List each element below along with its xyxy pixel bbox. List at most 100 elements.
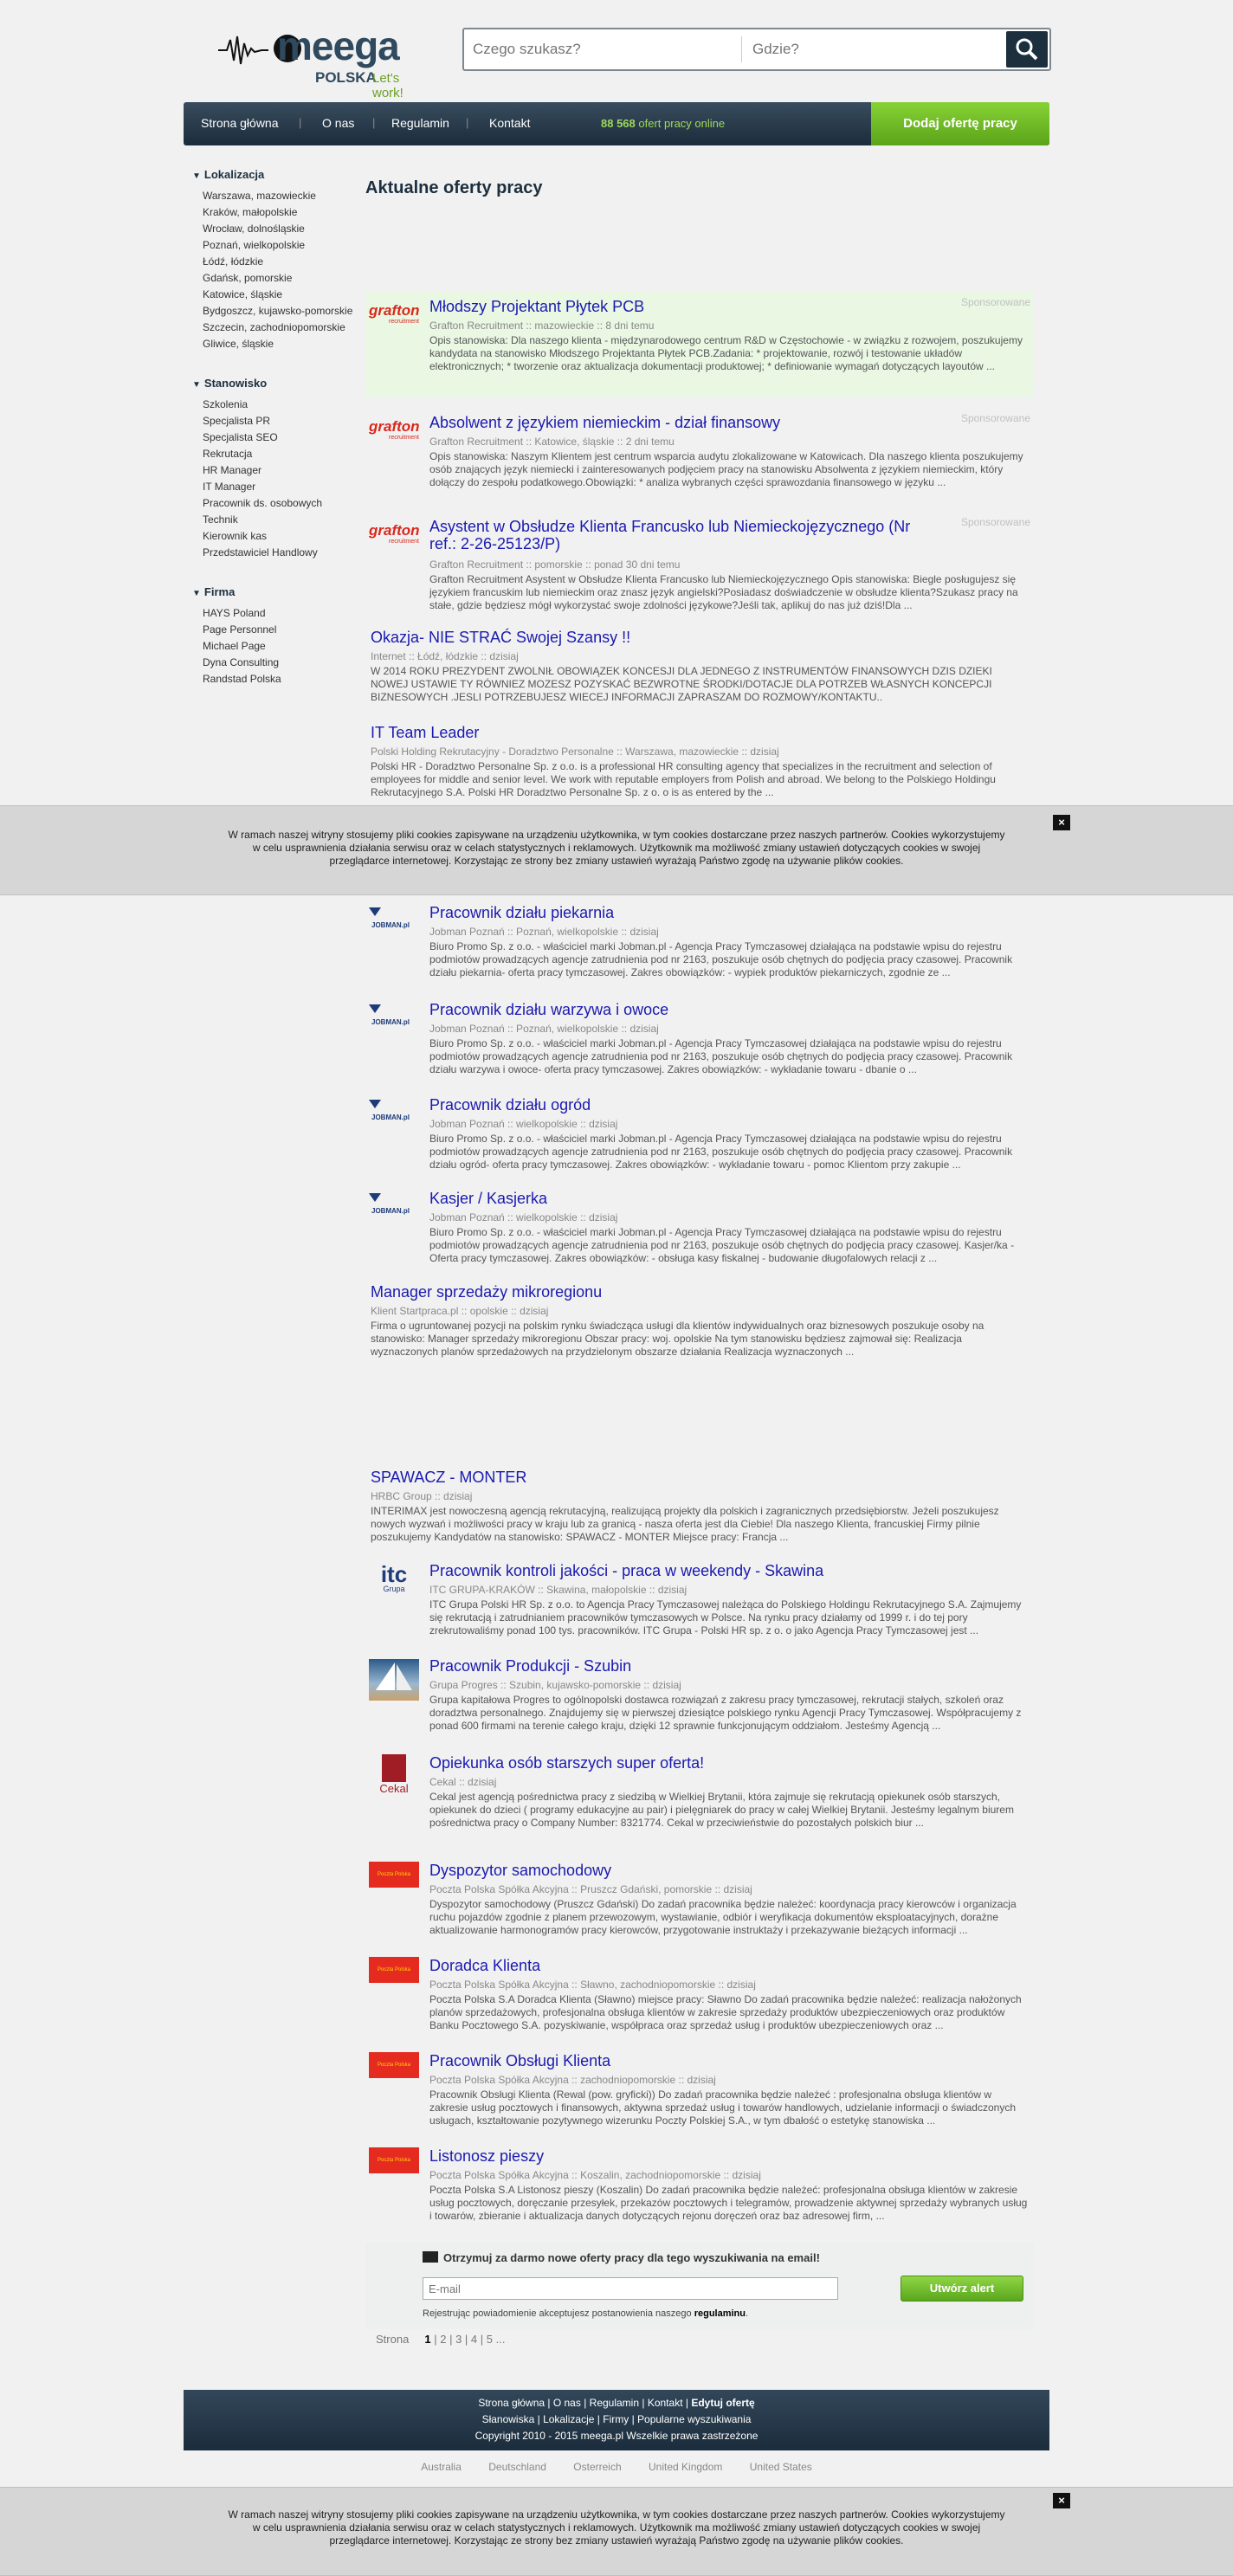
company-logo[interactable]: itc Grupa xyxy=(369,1563,419,1598)
position-item[interactable]: Przedstawiciel Handlowy xyxy=(203,545,365,561)
job-title-link[interactable]: Asystent w Obsłudze Klienta Francusko lu… xyxy=(429,518,939,552)
page-link[interactable]: 3 xyxy=(455,2333,462,2346)
footer-link[interactable]: O nas xyxy=(553,2397,581,2409)
company-logo[interactable]: Poczta Polska xyxy=(369,1862,419,1888)
alert-email-input[interactable] xyxy=(423,2277,838,2300)
job-title-link[interactable]: Manager sprzedaży mikroregionu xyxy=(371,1283,939,1301)
page-link[interactable]: 4 xyxy=(471,2333,477,2346)
company-logo[interactable]: grafton recruitment xyxy=(369,419,420,454)
location-item[interactable]: Gliwice, śląskie xyxy=(203,336,365,352)
job-title-link[interactable]: Okazja- NIE STRAĆ Swojej Szansy !! xyxy=(371,629,939,646)
job-title-link[interactable]: IT Team Leader xyxy=(371,724,939,741)
company-logo[interactable]: grafton recruitment xyxy=(369,523,420,558)
footer-link[interactable]: Kontakt xyxy=(648,2397,683,2409)
search-what-input[interactable] xyxy=(473,36,733,62)
location-item[interactable]: Kraków, małopolskie xyxy=(203,204,365,221)
job-title-link[interactable]: Listonosz pieszy xyxy=(429,2147,939,2165)
job-title-link[interactable]: SPAWACZ - MONTER xyxy=(371,1469,939,1486)
page-link-current[interactable]: 1 xyxy=(424,2333,430,2346)
footer-link[interactable]: Popularne wyszukiwania xyxy=(637,2413,751,2425)
company-item[interactable]: Page Personnel xyxy=(203,622,365,638)
sponsored-label: Sponsorowane xyxy=(960,412,1030,424)
company-logo[interactable]: Poczta Polska xyxy=(369,1957,419,1983)
company-logo[interactable]: JOBMAN.pl xyxy=(369,1191,419,1215)
job-title-link[interactable]: Pracownik działu warzywa i owoce xyxy=(429,1001,939,1018)
country-link[interactable]: Deutschland xyxy=(488,2461,546,2473)
location-item[interactable]: Łódź, łódzkie xyxy=(203,254,365,270)
job-title-link[interactable]: Absolwent z językiem niemieckim - dział … xyxy=(429,414,939,431)
job-title-link[interactable]: Pracownik działu ogród xyxy=(429,1096,939,1114)
nav-home[interactable]: Strona główna xyxy=(201,116,279,130)
company-logo[interactable]: grafton recruitment xyxy=(369,303,420,338)
job-title-link[interactable]: Młodszy Projektant Płytek PCB xyxy=(429,298,939,315)
filter-heading-company[interactable]: ▼ Firma xyxy=(192,585,365,598)
footer-link[interactable]: Słanowiska xyxy=(482,2413,535,2425)
footer-link[interactable]: Firmy xyxy=(603,2413,629,2425)
company-logo[interactable]: JOBMAN.pl xyxy=(369,1003,419,1026)
position-item[interactable]: Technik xyxy=(203,512,365,528)
job-title-link[interactable]: Pracownik Produkcji - Szubin xyxy=(429,1657,939,1675)
logo-tagline: Let's work! xyxy=(372,71,403,100)
terms-link[interactable]: regulaminu xyxy=(694,2308,746,2319)
search-button[interactable] xyxy=(1006,31,1048,68)
page-link[interactable]: 5 xyxy=(487,2333,493,2346)
location-item[interactable]: Poznań, wielkopolskie xyxy=(203,237,365,254)
footer-link[interactable]: Lokalizacje xyxy=(543,2413,594,2425)
close-icon[interactable]: × xyxy=(1053,2493,1070,2508)
job-meta: Jobman Poznań :: Poznań, wielkopolskie :… xyxy=(429,1023,659,1035)
location-list: Warszawa, mazowieckie Kraków, małopolski… xyxy=(203,188,365,352)
job-title-link[interactable]: Pracownik kontroli jakości - praca w wee… xyxy=(429,1562,939,1579)
location-item[interactable]: Bydgoszcz, kujawsko-pomorskie xyxy=(203,303,365,320)
location-item[interactable]: Warszawa, mazowieckie xyxy=(203,188,365,204)
job-meta: Grafton Recruitment :: mazowieckie :: 8 … xyxy=(429,320,655,332)
footer-link[interactable]: Strona główna xyxy=(478,2397,545,2409)
position-item[interactable]: Szkolenia xyxy=(203,397,365,413)
job-description: Biuro Promo Sp. z o.o. - właściciel mark… xyxy=(429,940,1013,978)
position-item[interactable]: Rekrutacja xyxy=(203,446,365,462)
country-link[interactable]: Australia xyxy=(421,2461,462,2473)
company-item[interactable]: HAYS Poland xyxy=(203,605,365,622)
site-logo[interactable]: meega POLSKA Let's work! xyxy=(218,21,403,100)
job-title-link[interactable]: Opiekunka osób starszych super oferta! xyxy=(429,1754,939,1772)
job-title-link[interactable]: Kasjer / Kasjerka xyxy=(429,1190,939,1207)
location-item[interactable]: Szczecin, zachodniopomorskie xyxy=(203,320,365,336)
company-logo[interactable]: Poczta Polska xyxy=(369,2052,419,2078)
company-logo[interactable]: JOBMAN.pl xyxy=(369,906,419,929)
position-item[interactable]: Specjalista SEO xyxy=(203,429,365,446)
filter-heading-position[interactable]: ▼ Stanowisko xyxy=(192,377,365,390)
company-item[interactable]: Randstad Polska xyxy=(203,671,365,688)
company-logo[interactable]: Poczta Polska xyxy=(369,2147,419,2173)
position-item[interactable]: IT Manager xyxy=(203,479,365,495)
job-meta: Jobman Poznań :: Poznań, wielkopolskie :… xyxy=(429,926,659,938)
job-title-link[interactable]: Pracownik Obsługi Klienta xyxy=(429,2052,939,2069)
country-link[interactable]: Osterreich xyxy=(573,2461,621,2473)
nav-terms[interactable]: Regulamin xyxy=(391,116,449,130)
header: meega POLSKA Let's work! xyxy=(184,14,1051,100)
footer-link-edit[interactable]: Edytuj ofertę xyxy=(691,2397,754,2409)
country-link[interactable]: United Kingdom xyxy=(649,2461,722,2473)
company-logo[interactable]: JOBMAN.pl xyxy=(369,1098,419,1121)
job-title-link[interactable]: Doradca Klienta xyxy=(429,1957,939,1974)
footer-link[interactable]: Regulamin xyxy=(590,2397,639,2409)
company-item[interactable]: Michael Page xyxy=(203,638,365,655)
location-item[interactable]: Gdańsk, pomorskie xyxy=(203,270,365,287)
location-item[interactable]: Wrocław, dolnośląskie xyxy=(203,221,365,237)
position-item[interactable]: Kierownik kas xyxy=(203,528,365,545)
position-item[interactable]: Pracownik ds. osobowych xyxy=(203,495,365,512)
page-link[interactable]: 2 xyxy=(440,2333,446,2346)
create-alert-button[interactable]: Utwórz alert xyxy=(901,2276,1023,2302)
nav-contact[interactable]: Kontakt xyxy=(489,116,530,130)
search-where-input[interactable] xyxy=(741,36,984,62)
job-title-link[interactable]: Dyspozytor samochodowy xyxy=(429,1862,939,1879)
job-listing: grafton recruitment Sponsorowane Absolwent … xyxy=(365,407,1034,502)
company-item[interactable]: Dyna Consulting xyxy=(203,655,365,671)
job-title-link[interactable]: Pracownik działu piekarnia xyxy=(429,904,939,921)
nav-about[interactable]: O nas xyxy=(322,116,354,130)
position-item[interactable]: Specjalista PR xyxy=(203,413,365,429)
add-offer-button[interactable]: Dodaj ofertę pracy xyxy=(871,102,1049,145)
filter-heading-location[interactable]: ▼ Lokalizacja xyxy=(192,168,365,181)
location-item[interactable]: Katowice, śląskie xyxy=(203,287,365,303)
close-icon[interactable]: × xyxy=(1053,815,1070,830)
position-item[interactable]: HR Manager xyxy=(203,462,365,479)
country-link[interactable]: United States xyxy=(750,2461,812,2473)
